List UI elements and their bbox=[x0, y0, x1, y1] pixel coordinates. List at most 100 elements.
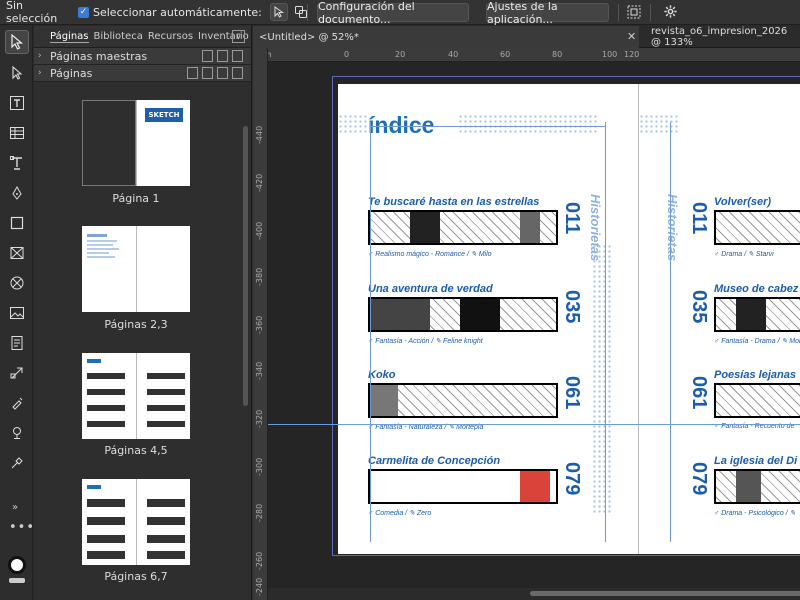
page-right[interactable]: Historietas Volver(ser) 011 ♂ Drama / ✎ … bbox=[639, 84, 800, 554]
entry-strip bbox=[714, 469, 800, 504]
stroke-swatch-icon[interactable] bbox=[9, 578, 25, 583]
vector-crop-tool-icon[interactable] bbox=[5, 421, 29, 445]
scrollbar-thumb[interactable] bbox=[530, 591, 800, 596]
table-of-contents-tool-icon[interactable] bbox=[5, 331, 29, 355]
entry-title: Museo de cabez bbox=[714, 283, 799, 295]
panel-scrollbar[interactable] bbox=[243, 126, 248, 406]
document-tab-revista[interactable]: revista_o6_impresion_2026 @ 133% bbox=[645, 26, 800, 48]
entry-title: Te buscaré hasta en las estrellas bbox=[368, 196, 540, 208]
tab-resources[interactable]: Recursos bbox=[148, 31, 193, 42]
tools-toolbar: » ••• bbox=[0, 26, 35, 600]
gear-icon[interactable] bbox=[663, 4, 678, 22]
frame-grid-icon[interactable] bbox=[626, 4, 642, 23]
color-swatch-icon[interactable] bbox=[8, 556, 26, 574]
ruler-tick: -420 bbox=[255, 173, 264, 192]
entry-page-number: 035 bbox=[688, 290, 710, 324]
delete-page-icon[interactable] bbox=[232, 67, 243, 79]
pen-tool-icon[interactable] bbox=[5, 181, 29, 205]
entry-title: Volver(ser) bbox=[714, 196, 772, 208]
page-thumbnail-6-7[interactable] bbox=[82, 479, 190, 565]
auto-select-label: Seleccionar automáticamente: bbox=[93, 5, 262, 19]
page-options-icon[interactable] bbox=[187, 67, 198, 79]
expand-tools-icon[interactable]: » bbox=[12, 502, 18, 513]
horizontal-scrollbar[interactable] bbox=[268, 588, 800, 600]
horizontal-guide[interactable] bbox=[370, 126, 605, 127]
entry-page-number: 079 bbox=[688, 462, 710, 496]
select-pointer-icon[interactable] bbox=[269, 3, 288, 21]
tab-pages[interactable]: Páginas bbox=[50, 31, 89, 43]
tab-library[interactable]: Biblioteca bbox=[94, 31, 143, 42]
close-tab-icon[interactable]: ✕ bbox=[627, 30, 636, 43]
auto-select-checkbox[interactable]: ✓ bbox=[78, 6, 89, 18]
master-pages-row[interactable]: › Páginas maestras bbox=[34, 48, 251, 65]
pages-row[interactable]: › Páginas bbox=[34, 65, 251, 82]
delete-page-icon[interactable] bbox=[232, 50, 243, 62]
vertical-guide[interactable] bbox=[605, 122, 606, 542]
rectangle-tool-icon[interactable] bbox=[5, 211, 29, 235]
entry-title: Una aventura de verdad bbox=[368, 283, 493, 295]
entry-meta: ♂ Realismo mágico - Romance / ✎ Milo bbox=[368, 251, 492, 258]
no-selection-label: Sin selección bbox=[6, 0, 58, 25]
text-frame-tool-icon[interactable] bbox=[5, 91, 29, 115]
fill-tool-icon[interactable] bbox=[5, 391, 29, 415]
ruler-tick: -340 bbox=[255, 361, 264, 380]
master-pages-label: Páginas maestras bbox=[50, 49, 148, 63]
page-left[interactable]: índice Historietas Te buscaré hasta en l… bbox=[338, 84, 638, 554]
cover-logo: SKETCH bbox=[145, 108, 183, 122]
entry-strip bbox=[368, 210, 558, 245]
ruler-tick: -360 bbox=[255, 315, 264, 334]
ruler-tick: -440 bbox=[255, 125, 264, 144]
page-thumbnail-1[interactable]: SKETCH bbox=[82, 100, 190, 186]
add-page-icon[interactable] bbox=[202, 67, 213, 79]
ruler-tick: 60 bbox=[500, 50, 511, 59]
horizontal-guide[interactable] bbox=[268, 424, 800, 425]
entry-title: Poesías lejanas bbox=[714, 369, 796, 381]
page-3 bbox=[136, 226, 190, 312]
vertical-guide[interactable] bbox=[670, 122, 671, 542]
ruler-tick: -400 bbox=[255, 221, 264, 240]
page-2 bbox=[82, 226, 136, 312]
thumbnail-label: Páginas 6,7 bbox=[104, 570, 168, 583]
ellipse-frame-tool-icon[interactable] bbox=[5, 271, 29, 295]
entry-strip bbox=[368, 297, 558, 332]
horizontal-ruler[interactable]: mm 0 20 40 60 80 100 120 bbox=[256, 48, 800, 62]
toolbar-separator bbox=[307, 4, 308, 21]
ruler-tick: -300 bbox=[255, 457, 264, 476]
more-tools-icon[interactable]: ••• bbox=[9, 520, 35, 535]
entry-title: La iglesia del Di bbox=[714, 455, 798, 467]
artistic-text-tool-icon[interactable] bbox=[5, 151, 29, 175]
ruler-tick: 20 bbox=[395, 50, 406, 59]
table-tool-icon[interactable] bbox=[5, 121, 29, 145]
page-6 bbox=[82, 479, 136, 565]
duplicate-page-icon[interactable] bbox=[217, 67, 228, 79]
move-tool-icon[interactable] bbox=[5, 30, 29, 54]
vertical-guide[interactable] bbox=[370, 122, 371, 542]
toolbar-separator bbox=[650, 4, 651, 21]
color-picker-tool-icon[interactable] bbox=[5, 451, 29, 475]
page-thumbnail-4-5[interactable] bbox=[82, 353, 190, 439]
page-5 bbox=[136, 353, 190, 439]
page-thumbnail-2-3[interactable] bbox=[82, 226, 190, 312]
entry-page-number: 011 bbox=[561, 202, 583, 235]
entry-meta: ♂ Fantasía - Acción / ✎ Feline knight bbox=[368, 338, 483, 345]
picture-frame-tool-icon[interactable] bbox=[5, 241, 29, 265]
place-image-tool-icon[interactable] bbox=[5, 301, 29, 325]
duplicate-page-icon[interactable] bbox=[217, 50, 228, 62]
page-thumbnails: SKETCH Página 1 Páginas 2,3 Páginas 4,5 … bbox=[34, 92, 244, 600]
ruler-tick: 80 bbox=[552, 50, 563, 59]
vertical-ruler[interactable]: -440 -420 -400 -380 -360 -340 -320 -300 … bbox=[253, 48, 268, 600]
entry-meta: ♂ Comedia / ✎ Zero bbox=[368, 510, 432, 517]
entry-page-number: 035 bbox=[561, 290, 583, 324]
dot-pattern bbox=[592, 244, 612, 514]
add-page-icon[interactable] bbox=[202, 50, 213, 62]
thumbnail-label: Página 1 bbox=[112, 192, 160, 205]
panel-menu-chevron-icon[interactable]: ∨ bbox=[232, 30, 245, 43]
document-tab-title: revista_o6_impresion_2026 @ 133% bbox=[651, 26, 788, 48]
transform-tool-icon[interactable] bbox=[5, 361, 29, 385]
document-setup-button[interactable]: Configuración del documento... bbox=[317, 0, 469, 26]
document-canvas[interactable]: índice Historietas Te buscaré hasta en l… bbox=[268, 62, 800, 588]
node-tool-icon[interactable] bbox=[5, 61, 29, 85]
ruler-tick: 120 bbox=[624, 50, 640, 59]
app-preferences-button[interactable]: Ajustes de la aplicación... bbox=[486, 0, 609, 26]
document-tab-untitled[interactable]: <Untitled> @ 52%* bbox=[253, 26, 639, 48]
